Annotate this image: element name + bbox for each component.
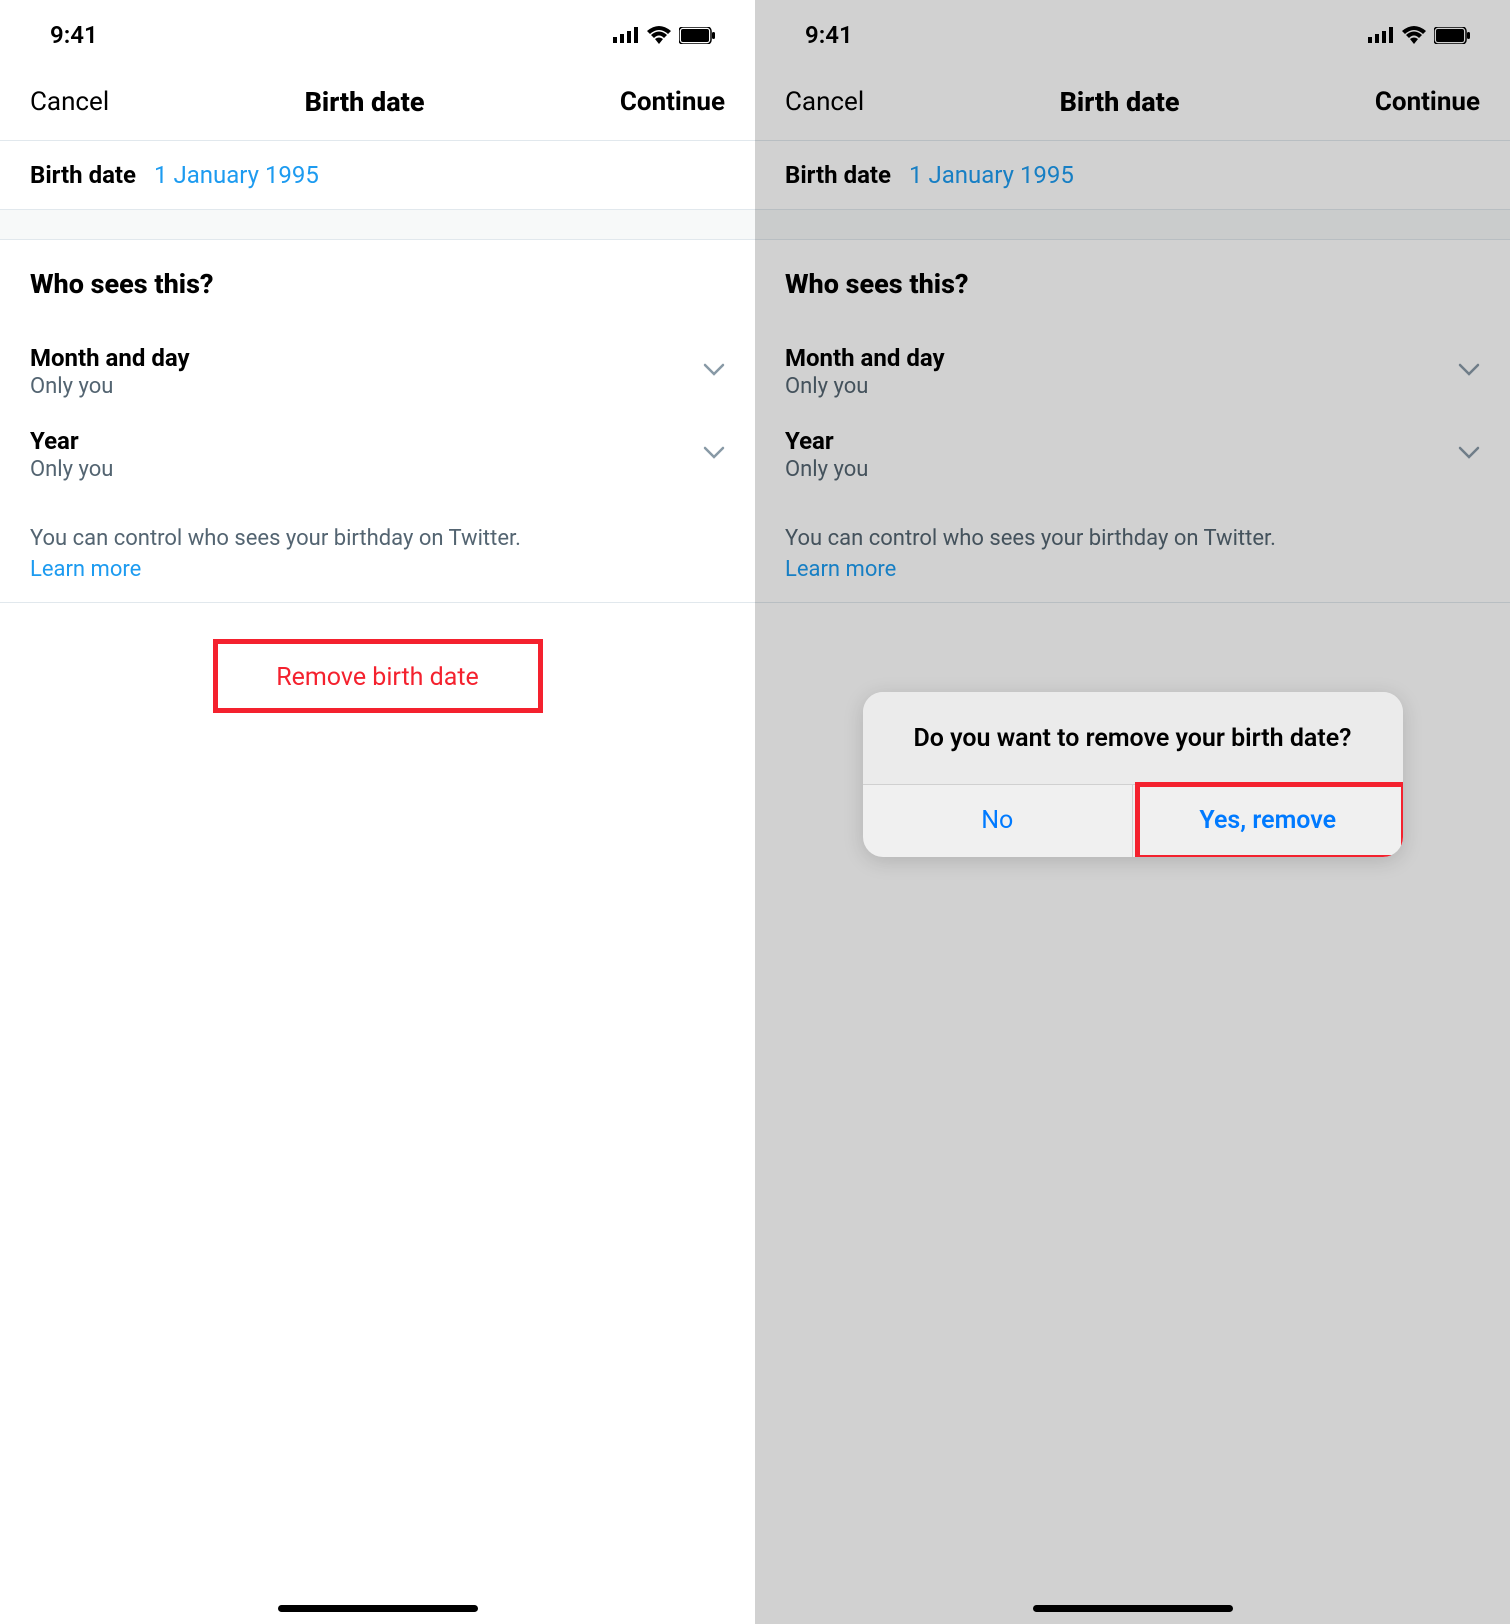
status-bar: 9:41 xyxy=(0,0,755,70)
wifi-icon xyxy=(1402,26,1426,44)
year-value: Only you xyxy=(30,457,113,482)
info-text: You can control who sees your birthday o… xyxy=(30,524,725,555)
cancel-button[interactable]: Cancel xyxy=(30,87,109,117)
birth-date-value: 1 January 1995 xyxy=(154,161,319,189)
dialog-buttons: No Yes, remove xyxy=(863,785,1403,857)
cancel-button[interactable]: Cancel xyxy=(785,87,864,117)
month-day-value: Only you xyxy=(785,374,945,399)
dialog-title: Do you want to remove your birth date? xyxy=(863,692,1403,785)
year-row[interactable]: Year Only you xyxy=(30,413,725,496)
month-day-label: Month and day xyxy=(30,344,190,372)
month-day-label: Month and day xyxy=(785,344,945,372)
remove-wrapper: Remove birth date xyxy=(0,603,755,706)
who-sees-title: Who sees this? xyxy=(785,268,1480,300)
month-day-row[interactable]: Month and day Only you xyxy=(30,330,725,413)
dialog-yes-button[interactable]: Yes, remove xyxy=(1133,785,1403,857)
status-indicators xyxy=(613,26,715,44)
who-sees-section: Who sees this? Month and day Only you Ye… xyxy=(0,240,755,603)
dialog-no-button[interactable]: No xyxy=(863,785,1134,857)
year-value: Only you xyxy=(785,457,868,482)
status-bar: 9:41 xyxy=(755,0,1510,70)
phone-screen-left: 9:41 Cancel Birth date Continue Birth da… xyxy=(0,0,755,1624)
who-sees-title: Who sees this? xyxy=(30,268,725,300)
status-indicators xyxy=(1368,26,1470,44)
confirm-dialog: Do you want to remove your birth date? N… xyxy=(863,692,1403,857)
status-time: 9:41 xyxy=(805,21,853,49)
birth-date-row[interactable]: Birth date 1 January 1995 xyxy=(755,141,1510,210)
phone-screen-right: 9:41 Cancel Birth date Continue Birth da… xyxy=(755,0,1510,1624)
page-title: Birth date xyxy=(1060,86,1180,118)
chevron-down-icon xyxy=(703,362,725,381)
section-gap xyxy=(0,210,755,240)
continue-button[interactable]: Continue xyxy=(1375,87,1480,117)
nav-header: Cancel Birth date Continue xyxy=(0,70,755,141)
month-day-row[interactable]: Month and day Only you xyxy=(785,330,1480,413)
birth-date-label: Birth date xyxy=(785,161,891,189)
wifi-icon xyxy=(647,26,671,44)
year-row[interactable]: Year Only you xyxy=(785,413,1480,496)
cellular-icon xyxy=(613,27,639,43)
battery-icon xyxy=(679,27,715,44)
info-text: You can control who sees your birthday o… xyxy=(785,524,1480,555)
home-indicator xyxy=(1033,1605,1233,1612)
year-label: Year xyxy=(30,427,113,455)
birth-date-row[interactable]: Birth date 1 January 1995 xyxy=(0,141,755,210)
month-day-value: Only you xyxy=(30,374,190,399)
continue-button[interactable]: Continue xyxy=(620,87,725,117)
learn-more-link[interactable]: Learn more xyxy=(30,557,725,582)
birth-date-label: Birth date xyxy=(30,161,136,189)
cellular-icon xyxy=(1368,27,1394,43)
battery-icon xyxy=(1434,27,1470,44)
status-time: 9:41 xyxy=(50,21,98,49)
chevron-down-icon xyxy=(1458,362,1480,381)
highlight-box xyxy=(1135,782,1403,857)
highlight-box xyxy=(213,639,543,713)
section-gap xyxy=(755,210,1510,240)
who-sees-section: Who sees this? Month and day Only you Ye… xyxy=(755,240,1510,603)
learn-more-link[interactable]: Learn more xyxy=(785,557,1480,582)
birth-date-value: 1 January 1995 xyxy=(909,161,1074,189)
chevron-down-icon xyxy=(1458,445,1480,464)
chevron-down-icon xyxy=(703,445,725,464)
nav-header: Cancel Birth date Continue xyxy=(755,70,1510,141)
home-indicator xyxy=(278,1605,478,1612)
page-title: Birth date xyxy=(305,86,425,118)
year-label: Year xyxy=(785,427,868,455)
